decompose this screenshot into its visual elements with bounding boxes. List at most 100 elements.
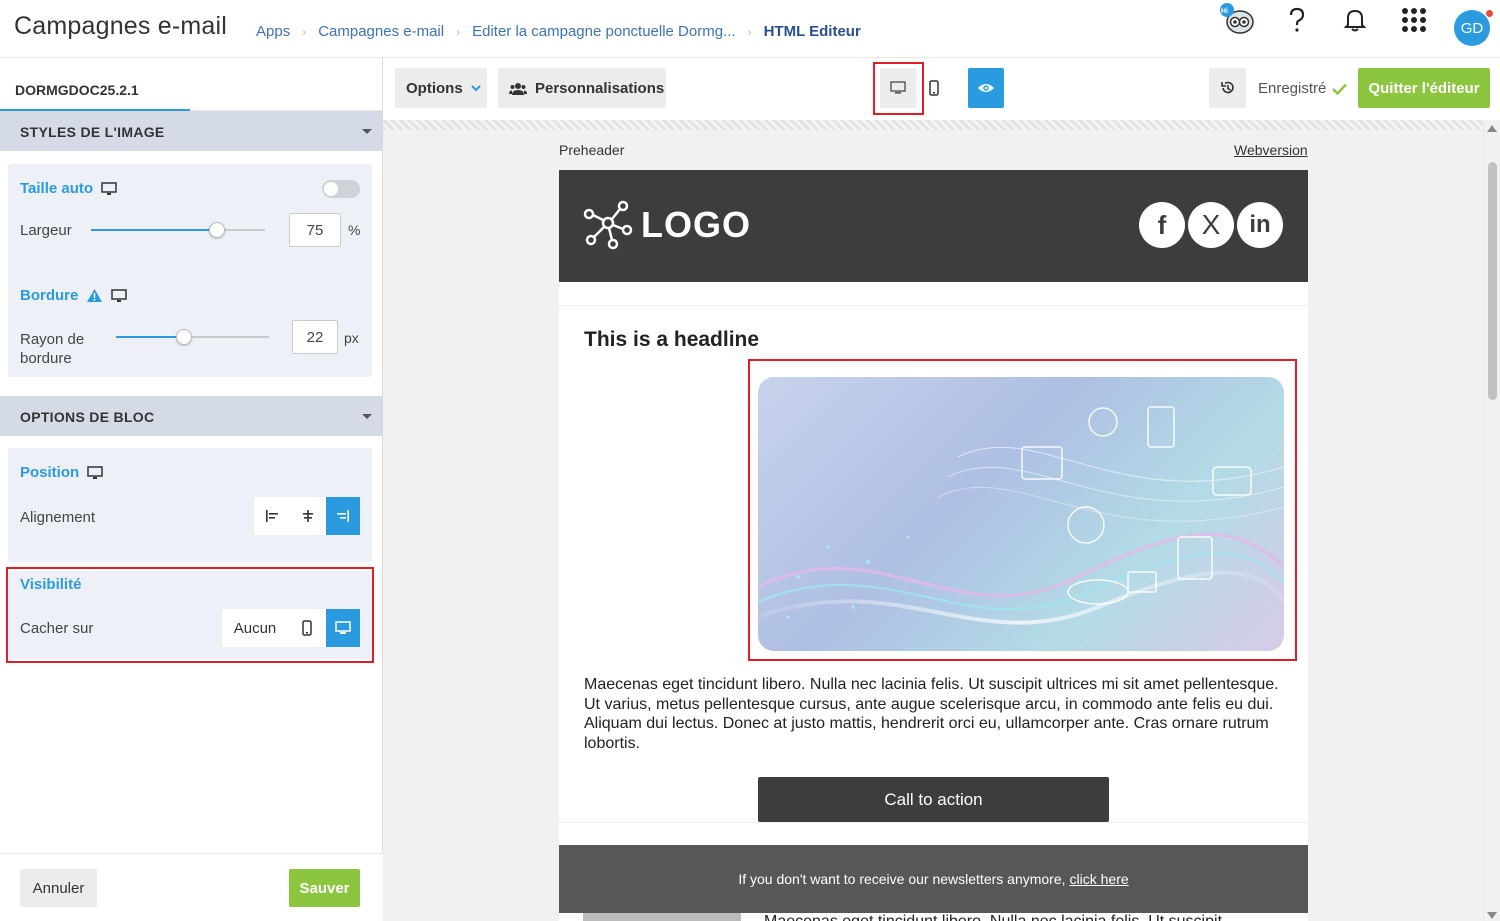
- hero-image-highlight-box: [748, 359, 1297, 661]
- users-icon: [509, 82, 527, 95]
- top-bar: Campagnes e-mail Apps › Campagnes e-mail…: [0, 0, 1500, 58]
- options-label: Options: [406, 79, 463, 97]
- canvas-top-hatch: [383, 120, 1483, 130]
- scroll-up-arrow-icon[interactable]: [1487, 125, 1497, 132]
- email-headline[interactable]: This is a headline: [584, 328, 759, 352]
- canvas-scrollbar[interactable]: [1483, 120, 1500, 921]
- width-unit: %: [348, 222, 361, 238]
- auto-size-label: Taille auto: [20, 180, 94, 197]
- breadcrumb-separator-icon: ›: [747, 24, 752, 39]
- position-card: Position Alignement: [8, 448, 372, 562]
- chevron-down-icon: [470, 84, 481, 92]
- webversion-link[interactable]: Webversion: [1234, 142, 1308, 158]
- alignment-button-group: [254, 497, 360, 535]
- preview-button[interactable]: [968, 68, 1004, 108]
- next-block-image-placeholder: [583, 913, 741, 921]
- radius-slider-fill: [116, 336, 184, 338]
- breadcrumb-edit-campaign[interactable]: Editer la campagne ponctuelle Dormg...: [472, 23, 735, 40]
- scroll-down-arrow-icon[interactable]: [1487, 912, 1497, 919]
- width-input[interactable]: 75: [289, 213, 341, 247]
- email-footer[interactable]: If you don't want to receive our newslet…: [559, 845, 1308, 913]
- image-styles-card: Taille auto Largeur 75 % Bordure Rayon d…: [8, 164, 372, 377]
- position-title: Position: [20, 464, 103, 481]
- width-label: Largeur: [20, 222, 72, 239]
- section-block-options[interactable]: OPTIONS DE BLOC: [0, 396, 383, 436]
- width-slider[interactable]: [91, 222, 265, 238]
- unsubscribe-text: If you don't want to receive our newslet…: [738, 871, 1066, 887]
- radius-slider[interactable]: [116, 329, 269, 345]
- alignment-label: Alignement: [20, 509, 96, 526]
- logo-network-icon: [583, 200, 633, 255]
- apps-grid-icon[interactable]: [1394, 0, 1434, 40]
- user-avatar-wrapper[interactable]: GD: [1454, 8, 1494, 48]
- align-center-button[interactable]: [290, 497, 326, 535]
- preheader-text[interactable]: Preheader: [559, 142, 624, 158]
- email-body-text[interactable]: Maecenas eget tincidunt libero. Nulla ne…: [584, 675, 1284, 753]
- section-block-options-title: OPTIONS DE BLOC: [20, 409, 155, 425]
- breadcrumb-separator-icon: ›: [302, 24, 307, 39]
- border-label: Bordure: [20, 287, 79, 304]
- breadcrumb: Apps › Campagnes e-mail › Editer la camp…: [256, 23, 861, 40]
- auto-size-title: Taille auto: [20, 180, 117, 197]
- breadcrumb-separator-icon: ›: [456, 24, 461, 39]
- logo-text: LOGO: [641, 204, 751, 245]
- width-slider-fill: [91, 229, 217, 231]
- divider-line: [559, 822, 1308, 823]
- align-right-button[interactable]: [326, 497, 360, 535]
- email-header-block[interactable]: LOGO f X in: [559, 170, 1308, 282]
- mobile-view-button[interactable]: [916, 68, 952, 108]
- properties-panel: DORMGDOC25.2.1 STYLES DE L'IMAGE Taille …: [0, 58, 383, 921]
- next-block-text: Maecenas eget tincidunt libero. Nulla ne…: [764, 913, 1222, 921]
- unsubscribe-link[interactable]: click here: [1070, 871, 1129, 887]
- caret-down-icon: [362, 414, 372, 419]
- app-title: Campagnes e-mail: [14, 12, 228, 40]
- desktop-icon: [111, 288, 128, 303]
- history-button[interactable]: [1209, 68, 1246, 108]
- options-dropdown[interactable]: Options: [395, 68, 487, 108]
- desktop-icon: [87, 465, 103, 480]
- mascot-badge: Hi: [1221, 8, 1228, 15]
- help-icon[interactable]: [1277, 0, 1317, 40]
- save-status: Enregistré: [1258, 80, 1348, 97]
- saved-label: Enregistré: [1258, 80, 1327, 97]
- position-label: Position: [20, 464, 80, 481]
- linkedin-icon[interactable]: in: [1237, 202, 1283, 248]
- desktop-icon: [101, 181, 117, 196]
- radius-input[interactable]: 22: [292, 320, 338, 354]
- visibility-highlight-box: [6, 567, 374, 663]
- save-button[interactable]: Sauver: [289, 869, 360, 907]
- cta-button[interactable]: Call to action: [758, 777, 1109, 822]
- x-twitter-icon[interactable]: X: [1188, 202, 1234, 248]
- radius-label: Rayon de bordure: [20, 331, 85, 367]
- align-left-button[interactable]: [254, 497, 290, 535]
- width-slider-handle[interactable]: [209, 222, 225, 238]
- checkmark-icon: [1332, 83, 1348, 95]
- panel-tab-row: DORMGDOC25.2.1: [0, 58, 383, 111]
- tab-campaign[interactable]: DORMGDOC25.2.1: [15, 82, 139, 98]
- breadcrumb-campaigns[interactable]: Campagnes e-mail: [318, 23, 444, 40]
- radius-unit: px: [344, 330, 359, 346]
- section-image-styles-title: STYLES DE L'IMAGE: [20, 124, 165, 140]
- email-canvas: Preheader Webversion LOGO f X in This is…: [383, 120, 1483, 921]
- section-image-styles[interactable]: STYLES DE L'IMAGE: [0, 111, 383, 151]
- avatar-status-dot: [1485, 9, 1494, 18]
- warning-icon[interactable]: [86, 288, 103, 303]
- editor-toolbar: Options Personnalisations Enregistré Qui…: [383, 58, 1500, 120]
- breadcrumb-apps[interactable]: Apps: [256, 23, 290, 40]
- scrollbar-thumb[interactable]: [1488, 162, 1497, 400]
- border-title: Bordure: [20, 287, 128, 304]
- notification-bell-icon[interactable]: [1335, 0, 1375, 40]
- personalisations-label: Personnalisations: [535, 79, 665, 97]
- facebook-icon[interactable]: f: [1139, 202, 1185, 248]
- toggle-knob: [324, 182, 338, 196]
- panel-footer: Annuler Sauver: [0, 853, 383, 921]
- breadcrumb-html-editor: HTML Editeur: [763, 23, 861, 40]
- divider-line: [559, 305, 1308, 306]
- cancel-button[interactable]: Annuler: [20, 869, 97, 907]
- radius-slider-handle[interactable]: [176, 329, 192, 345]
- mascot-icon[interactable]: Hi: [1218, 0, 1258, 40]
- auto-size-toggle[interactable]: [322, 180, 360, 198]
- caret-down-icon: [362, 129, 372, 134]
- quit-editor-button[interactable]: Quitter l'éditeur: [1358, 68, 1490, 108]
- personalisations-button[interactable]: Personnalisations: [498, 68, 666, 108]
